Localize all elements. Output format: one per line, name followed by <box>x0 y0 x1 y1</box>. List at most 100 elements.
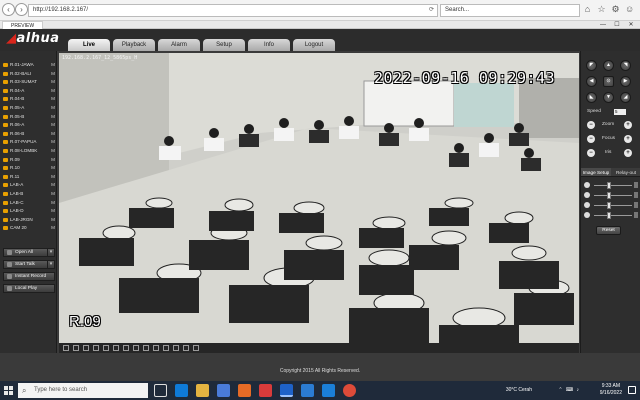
camera-stream-flag[interactable]: M <box>51 138 55 147</box>
tab-relay-out[interactable]: Relay-out <box>611 168 640 177</box>
camera-stream-flag[interactable]: M <box>51 199 55 208</box>
ptz-right-icon[interactable]: ▶ <box>620 76 631 87</box>
camera-stream-flag[interactable]: M <box>51 70 55 79</box>
slider-knob[interactable] <box>606 192 611 199</box>
camera-stream-flag[interactable]: M <box>51 78 55 87</box>
reset-button[interactable]: Reset <box>596 226 621 235</box>
layout-9-icon[interactable] <box>83 345 89 351</box>
speed-select[interactable]: 5 <box>614 109 626 115</box>
camera-stream-flag[interactable]: M <box>51 173 55 182</box>
nav-tab-alarm[interactable]: Alarm <box>158 39 200 51</box>
camera-stream-flag[interactable]: M <box>51 113 55 122</box>
camera-stream-flag[interactable]: M <box>51 156 55 165</box>
camera-list-item[interactable]: R.04-A M <box>3 87 55 96</box>
zoom-icon[interactable] <box>183 345 189 351</box>
ptz-down-right-icon[interactable]: ◢ <box>620 92 631 103</box>
camera-stream-flag[interactable]: M <box>51 164 55 173</box>
nav-tab-playback[interactable]: Playback <box>113 39 155 51</box>
open-all-button[interactable]: Open All ▾ <box>3 248 55 257</box>
word-icon[interactable] <box>301 384 314 397</box>
fullscreen-icon[interactable] <box>143 345 149 351</box>
camera-stream-flag[interactable]: M <box>51 147 55 156</box>
slider-knob[interactable] <box>606 202 611 209</box>
open-all-dropdown-icon[interactable]: ▾ <box>47 249 54 256</box>
layout-1-icon[interactable] <box>63 345 69 351</box>
local-play-button[interactable]: Local Play <box>3 284 55 293</box>
tab-preview[interactable]: PREVIEW <box>2 21 44 29</box>
saturation-slider[interactable] <box>584 202 638 209</box>
app-blue-icon[interactable] <box>322 384 335 397</box>
nav-tab-logout[interactable]: Logout <box>293 39 335 51</box>
browser-search-input[interactable]: Search... <box>440 4 580 17</box>
nav-tab-live[interactable]: Live <box>68 39 110 51</box>
camera-list-item[interactable]: R.05-B M <box>3 113 55 122</box>
weather-widget[interactable]: 30°C Cerah <box>506 387 532 393</box>
zoom-in-icon[interactable]: + <box>624 121 632 129</box>
camera-list-item[interactable]: R.03-SUMAT M <box>3 78 55 87</box>
camera-stream-flag[interactable]: M <box>51 130 55 139</box>
camera-list-item[interactable]: R.10 M <box>3 164 55 173</box>
ptz-down-left-icon[interactable]: ◣ <box>586 92 597 103</box>
smiley-feedback-icon[interactable]: ☺ <box>625 4 634 15</box>
refresh-icon[interactable]: ⟳ <box>429 5 434 16</box>
camera-list-item[interactable]: LAB-C M <box>3 199 55 208</box>
forward-arrow-icon[interactable]: › <box>15 3 28 16</box>
nav-tab-info[interactable]: Info <box>248 39 290 51</box>
notification-icon[interactable] <box>628 386 636 394</box>
tray-icons[interactable]: ⌃ ⌨ ♪ <box>558 387 580 393</box>
clock[interactable]: 9:33 AM 9/16/2022 <box>600 383 622 397</box>
camera-stream-flag[interactable]: M <box>51 104 55 113</box>
window-maximize-icon[interactable]: ☐ <box>610 21 624 29</box>
internet-explorer-icon[interactable] <box>280 384 293 397</box>
camera-list-item[interactable]: LAB-D M <box>3 207 55 216</box>
ptz-down-icon[interactable]: ▼ <box>603 92 614 103</box>
camera-list-item[interactable]: LAB-JRGN M <box>3 216 55 225</box>
camera-stream-flag[interactable]: M <box>51 181 55 190</box>
camera-list-item[interactable]: R.06-A M <box>3 121 55 130</box>
task-view-icon[interactable] <box>154 384 167 397</box>
chrome-icon[interactable] <box>343 384 356 397</box>
focus-near-icon[interactable]: − <box>587 135 595 143</box>
slider-knob[interactable] <box>606 212 611 219</box>
tab-image-setup[interactable]: Image Setup <box>581 168 611 177</box>
layout-25-icon[interactable] <box>103 345 109 351</box>
layout-16-icon[interactable] <box>93 345 99 351</box>
camera-list-item[interactable]: R.05-A M <box>3 104 55 113</box>
camera-list-item[interactable]: LAB-A M <box>3 181 55 190</box>
camera-list-item[interactable]: LAB-B M <box>3 190 55 199</box>
camera-list-item[interactable]: R.09 M <box>3 156 55 165</box>
camera-stream-flag[interactable]: M <box>51 87 55 96</box>
snapshot-icon[interactable] <box>153 345 159 351</box>
ptz-up-icon[interactable]: ▲ <box>603 60 614 71</box>
contrast-slider[interactable] <box>584 192 638 199</box>
audio-icon[interactable] <box>173 345 179 351</box>
focus-far-icon[interactable]: + <box>624 135 632 143</box>
camera-stream-flag[interactable]: M <box>51 190 55 199</box>
windows-start-icon[interactable] <box>4 386 13 395</box>
store-icon[interactable] <box>217 384 230 397</box>
zoom-out-icon[interactable]: − <box>587 121 595 129</box>
back-arrow-icon[interactable]: ‹ <box>2 3 15 16</box>
original-size-icon[interactable] <box>133 345 139 351</box>
ptz-up-right-icon[interactable]: ◥ <box>620 60 631 71</box>
ptz-left-icon[interactable]: ◀ <box>586 76 597 87</box>
camera-stream-flag[interactable]: M <box>51 216 55 225</box>
camera-list-item[interactable]: R.11 M <box>3 173 55 182</box>
record-toggle-icon[interactable] <box>163 345 169 351</box>
camera-list-item[interactable]: R.06-B M <box>3 130 55 139</box>
window-minimize-icon[interactable]: — <box>596 21 610 29</box>
ptz-center-icon[interactable]: ⊙ <box>603 76 614 87</box>
camera-stream-flag[interactable]: M <box>51 207 55 216</box>
favorites-star-icon[interactable]: ☆ <box>597 4 606 15</box>
camera-list-item[interactable]: CAM 20 M <box>3 224 55 233</box>
slider-knob[interactable] <box>606 182 611 189</box>
brightness-slider[interactable] <box>584 182 638 189</box>
nav-tab-setup[interactable]: Setup <box>203 39 245 51</box>
start-talk-button[interactable]: Start Talk ▾ <box>3 260 55 269</box>
file-explorer-icon[interactable] <box>196 384 209 397</box>
settings-gear-icon[interactable]: ⚙ <box>611 4 620 15</box>
window-close-icon[interactable]: ✕ <box>624 21 638 29</box>
layout-64-icon[interactable] <box>123 345 129 351</box>
close-all-icon[interactable] <box>193 345 199 351</box>
app-red-icon[interactable] <box>259 384 272 397</box>
